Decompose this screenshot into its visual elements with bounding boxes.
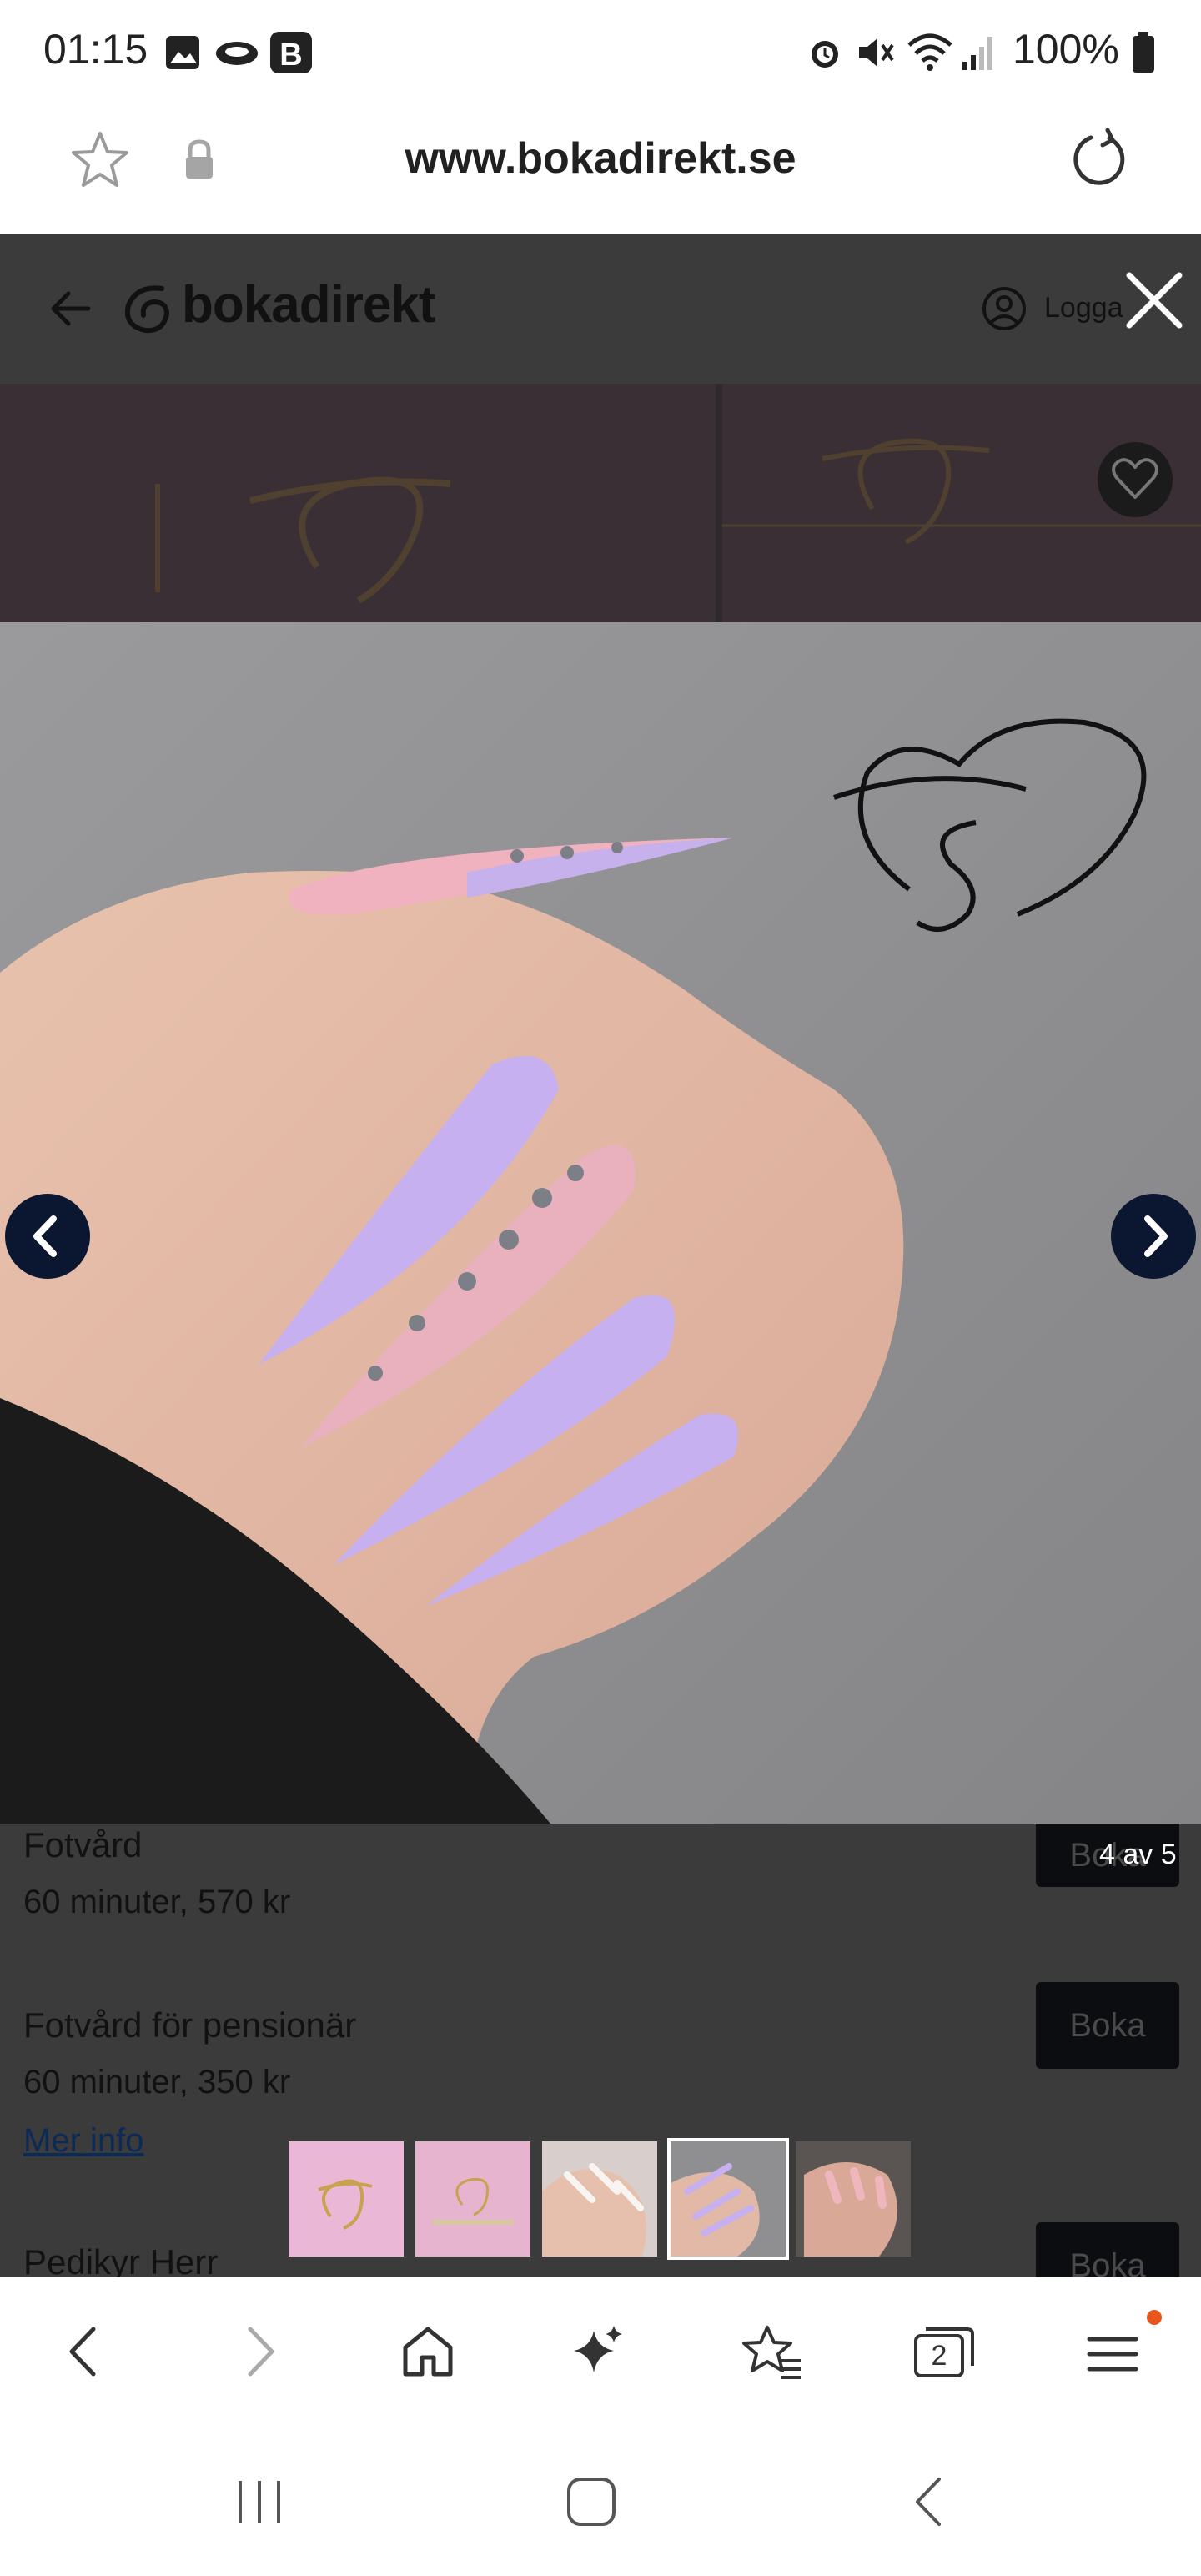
chevron-left-icon xyxy=(33,1215,57,1257)
service-name: Pedikyr Herr xyxy=(23,2242,219,2277)
hero-image-right xyxy=(722,384,1201,622)
b-app-icon: B xyxy=(270,32,312,73)
cloud-icon xyxy=(216,42,258,65)
alarm-icon xyxy=(812,41,838,68)
back-arrow-icon[interactable] xyxy=(47,284,97,334)
signal-icon xyxy=(962,37,992,70)
site-logo-text[interactable]: bokadirekt xyxy=(182,275,436,335)
gallery-thumbnail-active[interactable] xyxy=(667,2138,789,2260)
close-icon[interactable] xyxy=(1123,269,1186,332)
login-link[interactable]: Logga xyxy=(1044,292,1123,325)
status-time: 01:15 xyxy=(43,26,148,73)
service-meta: 60 minuter, 570 kr xyxy=(23,1884,291,1920)
boka-button[interactable]: Boka xyxy=(1036,2222,1179,2277)
bookmarks-icon[interactable] xyxy=(741,2322,802,2381)
reload-icon[interactable] xyxy=(1066,127,1133,194)
favorite-button[interactable] xyxy=(1098,442,1173,517)
sparkle-icon[interactable] xyxy=(569,2322,627,2381)
more-info-link[interactable]: Mer info xyxy=(23,2122,144,2160)
home-icon[interactable] xyxy=(399,2322,457,2381)
menu-icon[interactable] xyxy=(1083,2309,1163,2384)
gallery-thumbnail[interactable] xyxy=(289,2141,404,2257)
heart-icon xyxy=(1112,458,1158,499)
forward-icon[interactable] xyxy=(230,2322,289,2381)
battery-percentage: 100% xyxy=(1013,26,1119,73)
mute-icon xyxy=(859,38,894,67)
gallery-next-button[interactable] xyxy=(1111,1194,1196,1279)
wifi-icon xyxy=(907,33,952,71)
gallery-prev-button[interactable] xyxy=(5,1194,90,1279)
back-nav-icon[interactable] xyxy=(902,2474,957,2529)
service-meta: 60 minuter, 350 kr xyxy=(23,2064,291,2101)
svg-text:B: B xyxy=(279,38,302,73)
gallery-main-image xyxy=(0,622,1201,1824)
boka-button[interactable]: Boka xyxy=(1036,1982,1179,2069)
recent-apps-icon[interactable] xyxy=(232,2474,287,2529)
notification-dot xyxy=(1147,2310,1162,2325)
image-icon xyxy=(166,36,199,69)
user-icon[interactable] xyxy=(981,285,1028,332)
service-name: Fotvård xyxy=(23,1825,143,1864)
back-icon[interactable] xyxy=(55,2322,113,2381)
service-name: Fotvård för pensionär xyxy=(23,2005,357,2045)
tabs-count: 2 xyxy=(931,2340,947,2372)
gallery-thumbnail[interactable] xyxy=(542,2141,657,2257)
gallery-counter: 4 av 5 xyxy=(1099,1839,1177,1870)
hero-image-left xyxy=(0,384,716,622)
battery-icon xyxy=(1133,32,1154,73)
url-text[interactable]: www.bokadirekt.se xyxy=(0,133,1201,184)
bokadirekt-logo-icon xyxy=(125,285,170,334)
home-nav-icon[interactable] xyxy=(564,2474,619,2529)
chevron-right-icon xyxy=(1144,1215,1168,1257)
gallery-thumbnail[interactable] xyxy=(415,2141,530,2257)
gallery-thumbnail[interactable] xyxy=(796,2141,911,2257)
